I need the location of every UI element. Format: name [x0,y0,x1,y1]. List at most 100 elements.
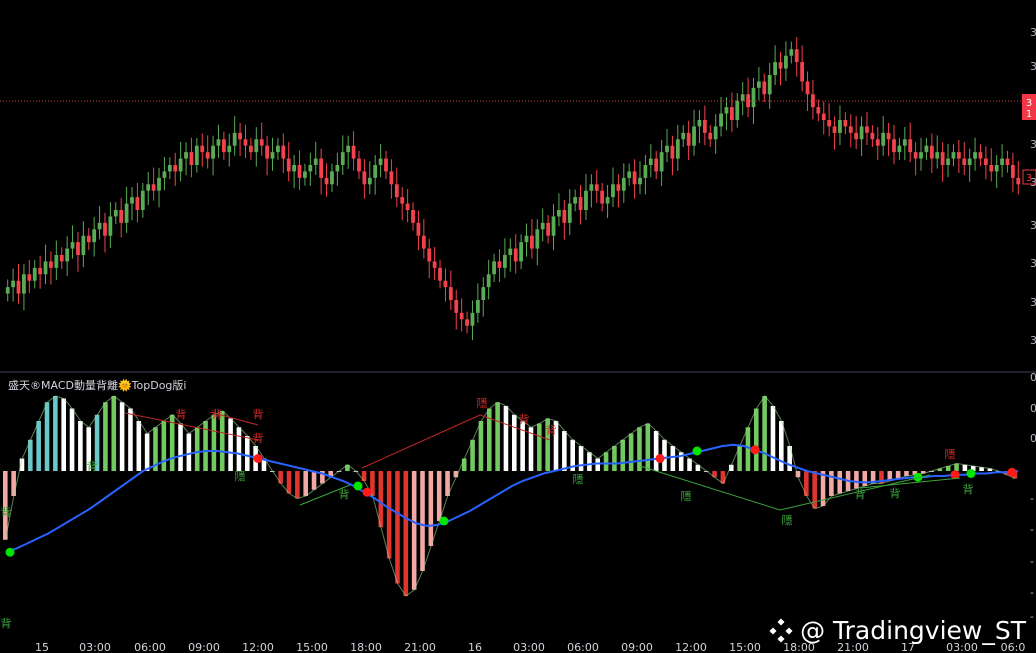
candle-body[interactable] [919,152,923,159]
candle-body[interactable] [875,139,880,146]
candle-body[interactable] [994,165,999,172]
candle-body[interactable] [508,248,513,255]
candle-body[interactable] [421,235,426,249]
candle-body[interactable] [254,139,259,153]
candle-body[interactable] [357,158,361,172]
price-pane[interactable] [0,37,1022,341]
candle-body[interactable] [438,267,442,281]
candle-body[interactable] [627,171,632,178]
candle-body[interactable] [173,165,178,172]
candle-body[interactable] [989,165,994,172]
candle-body[interactable] [211,145,215,159]
candle-body[interactable] [367,177,372,185]
candle-body[interactable] [811,94,815,108]
candle-body[interactable] [794,49,799,63]
candle-body[interactable] [178,158,183,172]
histogram-bar[interactable] [829,471,834,496]
candle-body[interactable] [81,235,86,255]
candle-body[interactable] [956,152,961,159]
candle-body[interactable] [881,132,886,146]
candle-body[interactable] [562,210,567,223]
candle-body[interactable] [265,145,269,159]
candle-body[interactable] [140,190,145,210]
candle-body[interactable] [43,261,48,275]
candle-body[interactable] [654,158,659,172]
cross-dot[interactable] [5,547,15,557]
candle-body[interactable] [946,158,950,165]
candle-body[interactable] [27,274,32,281]
histogram-bar[interactable] [53,396,58,471]
candle-body[interactable] [848,126,853,133]
candle-body[interactable] [65,248,70,262]
candle-body[interactable] [16,280,21,294]
candle-body[interactable] [92,229,97,243]
cross-dot[interactable] [439,516,449,526]
candle-body[interactable] [503,255,507,268]
cross-dot[interactable] [1007,467,1017,477]
candle-body[interactable] [719,113,723,127]
histogram-bar[interactable] [161,421,167,471]
candle-body[interactable] [535,229,540,249]
histogram-bar[interactable] [745,427,751,471]
cross-dot[interactable] [966,469,976,478]
candle-body[interactable] [632,171,637,185]
candle-body[interactable] [22,274,26,294]
candle-body[interactable] [594,184,599,191]
histogram-bar[interactable] [228,418,233,472]
histogram-bar[interactable] [286,471,292,494]
candle-body[interactable] [519,242,523,262]
candle-body[interactable] [886,132,891,140]
histogram-bar[interactable] [637,427,642,471]
candle-body[interactable] [746,94,750,108]
candle-body[interactable] [313,158,318,165]
candle-body[interactable] [670,145,675,159]
candle-body[interactable] [86,235,91,243]
histogram-bar[interactable] [762,396,767,471]
histogram-bar[interactable] [520,421,525,471]
cross-dot[interactable] [692,446,702,456]
candle-body[interactable] [227,145,232,153]
candle-body[interactable] [540,222,545,230]
histogram-bar[interactable] [244,436,250,471]
histogram-bar[interactable] [954,463,959,472]
candle-body[interactable] [978,152,983,159]
candle-body[interactable] [1000,158,1004,165]
candle-body[interactable] [708,132,713,140]
cross-dot[interactable] [353,481,363,491]
histogram-bar[interactable] [236,427,242,471]
candle-body[interactable] [962,158,967,165]
histogram-bar[interactable] [779,421,784,471]
histogram-bar[interactable] [812,471,817,509]
candle-body[interactable] [892,139,896,153]
candle-body[interactable] [589,184,594,191]
candle-body[interactable] [702,120,707,133]
candle-body[interactable] [59,255,64,262]
candle-body[interactable] [70,242,75,249]
histogram-bar[interactable] [194,427,200,471]
candle-body[interactable] [411,210,415,223]
candle-body[interactable] [232,132,237,146]
histogram-bar[interactable] [78,421,83,471]
candle-body[interactable] [486,274,491,288]
histogram-bar[interactable] [495,402,500,471]
candle-body[interactable] [854,132,859,140]
candle-body[interactable] [249,145,253,153]
candle-body[interactable] [951,152,956,159]
candle-body[interactable] [832,126,837,133]
candle-body[interactable] [513,248,518,262]
candle-body[interactable] [713,126,718,140]
candle-body[interactable] [303,171,307,178]
histogram-bar[interactable] [311,471,317,490]
candle-body[interactable] [675,139,680,159]
candle-body[interactable] [124,203,129,223]
histogram-bar[interactable] [420,471,425,571]
candle-body[interactable] [530,235,534,249]
histogram-bar[interactable] [862,471,868,486]
candle-body[interactable] [108,216,113,236]
histogram-bar[interactable] [904,471,909,476]
candle-body[interactable] [384,158,388,172]
candle-body[interactable] [762,81,767,95]
candle-body[interactable] [470,312,475,326]
histogram-bar[interactable] [403,471,409,596]
candle-body[interactable] [843,120,848,127]
